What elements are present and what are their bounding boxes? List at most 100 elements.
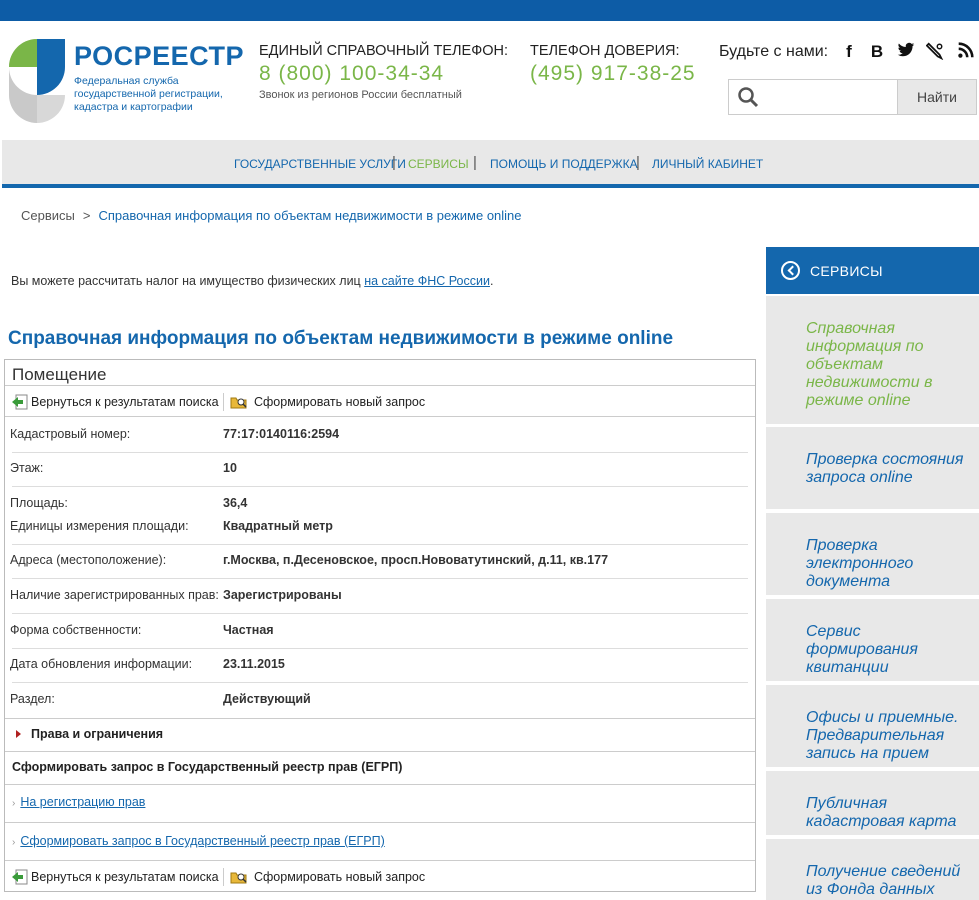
registration-link-row: › На регистрацию прав [12,795,145,809]
field-value-section: Действующий [223,692,311,706]
back-to-results-label: Вернуться к результатам поиска [31,870,219,884]
top-bar [0,0,979,21]
field-row: Форма собственности: Частная [10,623,750,643]
toolbar-separator [223,393,224,411]
divider [5,416,755,417]
nav-separator: | [392,154,396,171]
divider [12,486,748,487]
divider [5,822,755,823]
rss-icon[interactable] [955,42,975,62]
sidebar-item-label: Проверка состояния запроса online [806,451,964,486]
trust-phone-block: ТЕЛЕФОН ДОВЕРИЯ: (495) 917-38-25 [530,43,696,86]
field-value-update-date: 23.11.2015 [223,657,285,671]
folder-search-icon [230,872,247,884]
registration-link[interactable]: На регистрацию прав [20,795,145,809]
fns-link[interactable]: на сайте ФНС России [364,274,490,288]
help-phone-block: ЕДИНЫЙ СПРАВОЧНЫЙ ТЕЛЕФОН: 8 (800) 100-3… [259,43,508,101]
sidebar-item-receipt-service[interactable]: Сервис формирования квитанции [766,599,979,681]
field-value-area: 36,4 [223,496,248,510]
tax-info: Вы можете рассчитать налог на имущество … [11,274,493,288]
egrp-link-row: › Сформировать запрос в Государственный р… [12,834,385,848]
vkontakte-icon[interactable]: B [867,42,887,62]
sidebar-item-label: Проверка электронного документа [806,537,914,590]
sidebar-item-data-fund[interactable]: Получение сведений из Фонда данных госуд… [766,839,979,900]
logo-subtitle: Федеральная служба государственной регис… [74,75,223,113]
egrp-request-link[interactable]: Сформировать запрос в Государственный ре… [20,834,384,848]
sidebar-item-label: Публичная кадастровая карта [806,795,957,830]
field-row: Кадастровый номер: 77:17:0140116:2594 [10,427,750,447]
divider [12,544,748,545]
trust-phone-number: (495) 917-38-25 [530,62,696,85]
sidebar-item-cadastral-map[interactable]: Публичная кадастровая карта [766,771,979,835]
search-button[interactable]: Найти [897,79,977,115]
breadcrumb-current[interactable]: Справочная информация по объектам недвиж… [98,208,521,223]
nav-item-personal-account[interactable]: ЛИЧНЫЙ КАБИНЕТ [652,157,763,171]
sidebar-item-document-check[interactable]: Проверка электронного документа [766,513,979,595]
divider [12,578,748,579]
toolbar-separator [223,868,224,886]
help-phone-label: ЕДИНЫЙ СПРАВОЧНЫЙ ТЕЛЕФОН: [259,43,509,59]
rosreestr-logo[interactable]: РОСРЕЕСТР Федеральная служба государстве… [5,35,244,130]
help-phone-number: 8 (800) 100-34-34 [259,62,445,85]
field-row: Раздел: Действующий [10,692,750,712]
field-value-address: г.Москва, п.Десеновское, просп.Нововатут… [223,553,609,567]
page-title: Справочная информация по объектам недвиж… [8,328,674,349]
sidebar-item-property-info[interactable]: Справочная информация по объектам недвиж… [766,296,979,424]
livejournal-icon[interactable] [925,42,945,62]
field-row: Единицы измерения площади: Квадратный ме… [10,519,750,539]
sidebar-item-label: Офисы и приемные. Предварительная запись… [806,709,959,762]
sidebar-item-label: Получение сведений из Фонда данных госуд… [806,863,961,900]
social-links: Будьте с нами: f B [719,42,979,63]
twitter-icon[interactable] [896,42,916,62]
sidebar-header[interactable]: СЕРВИСЫ [766,247,979,294]
field-row: Площадь: 36,4 [10,496,750,516]
divider [12,648,748,649]
rosreestr-emblem-icon [9,39,65,123]
back-arrow-icon [12,869,28,885]
field-label-address: Адреса (местоположение): [10,553,167,567]
back-arrow-icon [12,394,28,410]
field-label-area: Площадь: [10,496,68,510]
sidebar-item-offices[interactable]: Офисы и приемные. Предварительная запись… [766,685,979,767]
expand-triangle-icon [16,730,21,738]
new-request-label: Сформировать новый запрос [254,870,426,884]
field-row: Наличие зарегистрированных прав: Зарегис… [10,588,750,608]
panel-heading: Помещение [12,365,107,384]
field-row: Этаж: 10 [10,461,750,481]
help-phone-note: Звонок из регионов России бесплатный [259,89,462,101]
sidebar-services: Справочная информация по объектам недвиж… [766,296,979,900]
facebook-icon[interactable]: f [839,42,859,62]
rights-restrictions-toggle[interactable]: Права и ограничения [12,727,163,741]
search-input[interactable] [765,83,893,111]
folder-search-icon [230,397,247,409]
nav-item-gov-services[interactable]: ГОСУДАРСТВЕННЫЕ УСЛУГИ [234,157,406,171]
field-label-floor: Этаж: [10,461,44,475]
sidebar-item-label: Справочная информация по объектам недвиж… [806,320,933,409]
nav-item-services[interactable]: СЕРВИСЫ [408,157,469,171]
social-label: Будьте с нами: [719,43,829,60]
breadcrumb-root[interactable]: Сервисы [21,208,75,223]
field-label-registered-rights: Наличие зарегистрированных прав: [10,588,219,602]
divider [12,452,748,453]
chevron-right-icon: › [12,837,16,848]
field-value-area-units: Квадратный метр [223,519,333,533]
field-row: Адреса (местоположение): г.Москва, п.Дес… [10,553,750,573]
trust-phone-label: ТЕЛЕФОН ДОВЕРИЯ: [530,43,680,59]
new-request-label: Сформировать новый запрос [254,395,426,409]
breadcrumb-separator: > [82,208,91,223]
divider [5,751,755,752]
chevron-right-icon: › [12,798,16,809]
divider [5,385,755,386]
divider [5,784,755,785]
field-value-cadastral: 77:17:0140116:2594 [223,427,340,441]
chevron-left-circle-icon [781,261,800,280]
field-label-update-date: Дата обновления информации: [10,657,193,671]
divider [5,718,755,719]
sidebar-item-request-status[interactable]: Проверка состояния запроса online [766,427,979,509]
field-label-section: Раздел: [10,692,55,706]
field-label-cadastral: Кадастровый номер: [10,427,131,441]
nav-item-help[interactable]: ПОМОЩЬ И ПОДДЕРЖКА [490,157,638,171]
divider [12,682,748,683]
rights-restrictions-label: Права и ограничения [31,727,164,741]
egrp-request-heading: Сформировать запрос в Государственный ре… [12,760,403,774]
